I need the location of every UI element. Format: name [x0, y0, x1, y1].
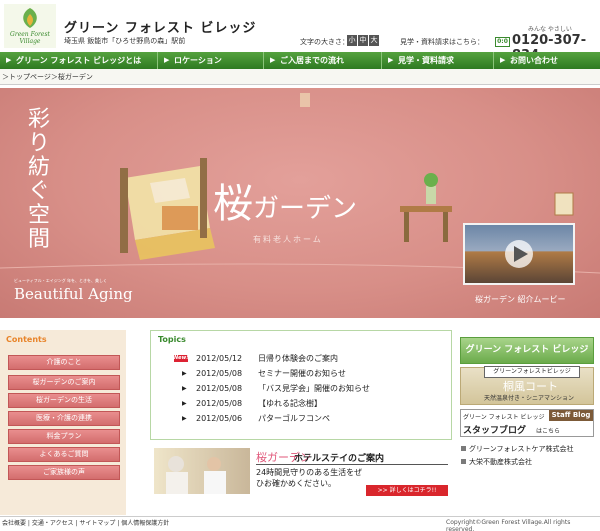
staff-illustration: [166, 456, 226, 494]
arrow-icon: ▶: [182, 415, 187, 422]
divider: [256, 464, 448, 465]
free-dial-icon: 0:0: [495, 37, 510, 47]
arrow-icon: ▶: [182, 400, 187, 407]
copyright: Copyright©Green Forest Village.All right…: [446, 519, 571, 531]
arrow-icon: ▶: [270, 56, 276, 64]
beautiful-aging-logo: Beautiful Aging: [14, 285, 133, 303]
hotel-title: ホテルステイのご案内: [294, 454, 385, 464]
sidebar-item-pricing[interactable]: 料金プラン: [8, 429, 120, 444]
hero-tagline: 彩り紡ぐ空間: [28, 107, 51, 252]
topic-link[interactable]: セミナー開催のお知らせ: [258, 368, 346, 380]
fontsize-medium-button[interactable]: 中: [358, 35, 368, 46]
nav-label: グリーン フォレスト ビレッジとは: [16, 56, 142, 65]
site-title: グリーン フォレスト ビレッジ: [64, 21, 257, 36]
hotel-description: 24時間見守りのある生活をぜひお確かめください。: [256, 468, 363, 488]
svg-text:Green Forest: Green Forest: [10, 31, 50, 38]
play-icon: [505, 240, 533, 268]
court-banner-title: グリーンフォレストビレッジ: [484, 366, 580, 378]
logo[interactable]: Green Forest Village: [4, 4, 56, 48]
topic-link[interactable]: 「バス見学会」開催のお知らせ: [258, 383, 370, 395]
blog-banner-caption: グリーン フォレスト ビレッジ: [463, 414, 545, 421]
sidebar-item-faq[interactable]: よくあるご質問: [8, 447, 120, 462]
fontsize-label: 文字の大きさ：: [300, 38, 349, 46]
blog-banner-title: スタッフブログ: [463, 426, 527, 436]
arrow-icon: ▶: [388, 56, 394, 64]
hotel-detail-button[interactable]: >> 詳しくはコチラ!!: [366, 485, 448, 496]
partner-link[interactable]: グリーンフォレストケア株式会社: [461, 444, 573, 454]
hero-title-rest: ガーデン: [253, 194, 358, 224]
topic-date: 2012/05/06: [196, 414, 243, 423]
video-caption[interactable]: 桜ガーデン 紹介ムービー: [475, 294, 566, 305]
topic-link[interactable]: 【ゆれる記念樹】: [258, 398, 322, 410]
nav-label: ロケーション: [174, 56, 222, 65]
partner-link[interactable]: 大栄不動産株式会社: [461, 457, 532, 467]
court-banner-subtitle: 天然温泉付き・シニアマンション: [484, 395, 575, 402]
phone-ruby: みんな やさしい: [528, 26, 572, 33]
partner-label: 大栄不動産株式会社: [469, 458, 532, 466]
arrow-icon: ▶: [182, 370, 187, 377]
nav-item-about[interactable]: ▶ グリーン フォレスト ビレッジとは: [0, 52, 158, 69]
court-banner-name: 桐風コート: [503, 380, 558, 393]
fontsize-small-button[interactable]: 小: [347, 35, 357, 46]
video-thumbnail[interactable]: [463, 223, 575, 285]
nav-item-contact[interactable]: ▶ お問い合わせ: [494, 52, 600, 69]
hero-subtitle: 有料老人ホーム: [253, 235, 323, 244]
square-bullet-icon: [461, 459, 466, 464]
global-nav: ▶ グリーン フォレスト ビレッジとは ▶ ロケーション ▶ ご入居までの流れ ▶ 見学…: [0, 52, 600, 69]
blog-banner-here: はこちら: [536, 428, 561, 435]
address: 埼玉県 飯能市「ひろせ野鳥の森」駅前: [64, 37, 186, 45]
arrow-icon: ▶: [500, 56, 506, 64]
fontsize-large-button[interactable]: 大: [369, 35, 379, 46]
gfv-banner[interactable]: グリーン フォレスト ビレッジ: [460, 337, 594, 364]
nav-label: ご入居までの流れ: [280, 56, 344, 65]
hotel-stay-photo: [154, 448, 250, 494]
hero-title-main: 桜: [213, 181, 253, 227]
nav-item-location[interactable]: ▶ ロケーション: [158, 52, 264, 69]
arrow-icon: ▶: [182, 385, 187, 392]
request-label: 見学・資料請求はこちら：: [400, 38, 484, 46]
new-badge: New!: [174, 355, 189, 362]
contents-title: Contents: [6, 335, 47, 344]
sidebar-item-guide[interactable]: 桜ガーデンのご案内: [8, 375, 120, 390]
arrow-icon: ▶: [164, 56, 170, 64]
staff-blog-badge: Staff Blog: [549, 410, 593, 421]
topic-date: 2012/05/08: [196, 369, 243, 378]
topic-date: 2012/05/12: [196, 354, 243, 363]
sidebar-item-life[interactable]: 桜ガーデンの生活: [8, 393, 120, 408]
nav-label: 見学・資料請求: [398, 56, 454, 65]
topic-link[interactable]: 日帰り体験会のご案内: [258, 353, 338, 365]
breadcrumb[interactable]: ＞トップページ＞桜ガーデン: [0, 69, 600, 85]
beautiful-aging-note: ビューティフル・エイジング 年を、ときを、美しく: [14, 278, 108, 283]
sidebar-item-voices[interactable]: ご家族様の声: [8, 465, 120, 480]
partner-label: グリーンフォレストケア株式会社: [469, 445, 574, 453]
hero-banner: 彩り紡ぐ空間 桜ガーデン 有料老人ホーム ビューティフル・エイジング 年を、とき…: [0, 88, 600, 318]
sidebar-item-medical[interactable]: 医療・介護の連携: [8, 411, 120, 426]
topic-date: 2012/05/08: [196, 399, 243, 408]
hero-title: 桜ガーデン: [213, 171, 357, 229]
arrow-icon: ▶: [6, 56, 12, 64]
nav-label: お問い合わせ: [510, 56, 558, 65]
square-bullet-icon: [461, 446, 466, 451]
topic-link[interactable]: パターゴルフコンペ: [258, 413, 330, 425]
topic-date: 2012/05/08: [196, 384, 243, 393]
nav-item-flow[interactable]: ▶ ご入居までの流れ: [264, 52, 382, 69]
topics-title: Topics: [158, 335, 186, 344]
nav-item-request[interactable]: ▶ 見学・資料請求: [382, 52, 494, 69]
svg-text:Village: Village: [20, 38, 41, 45]
sidebar-item-care[interactable]: 介護のこと: [8, 355, 120, 370]
footer-links[interactable]: 会社概要 | 交通・アクセス | サイトマップ | 個人情報保護方針: [2, 518, 169, 527]
